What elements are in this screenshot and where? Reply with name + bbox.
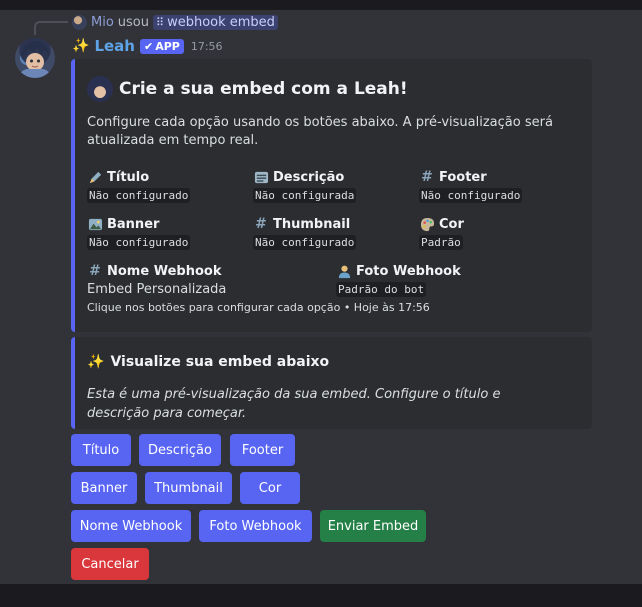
field-value: Não configurado — [419, 188, 523, 203]
nome-webhook-button[interactable]: Nome Webhook — [71, 510, 191, 542]
reply-username[interactable]: Mio — [91, 15, 114, 30]
cancelar-button[interactable]: Cancelar — [71, 548, 149, 580]
reply-context[interactable]: Mio usou ⠿ webhook embed — [72, 13, 278, 31]
field-name: Título — [107, 169, 150, 185]
field-descricao: Descrição Não configurada — [253, 169, 357, 203]
field-titulo: Título Não configurado — [87, 169, 191, 203]
titulo-button[interactable]: Título — [71, 434, 131, 466]
embed-footer: Clique nos botões para configurar cada o… — [87, 301, 430, 314]
author-name[interactable]: Leah — [94, 37, 135, 55]
field-name: Descrição — [273, 169, 345, 185]
field-value: Padrão do bot — [336, 282, 427, 297]
embed-config: Crie a sua embed com a Leah! Configure c… — [71, 59, 592, 332]
enviar-embed-button[interactable]: Enviar Embed — [320, 510, 426, 542]
field-value: Embed Personalizada — [87, 282, 227, 297]
field-name: Footer — [439, 169, 487, 185]
embed-title-text: Crie a sua embed com a Leah! — [119, 79, 408, 99]
field-value: Não configurado — [253, 235, 357, 250]
leah-emoji-icon — [87, 76, 113, 102]
preview-description: Esta é uma pré-visualização da sua embed… — [87, 387, 501, 421]
pencil-icon — [87, 169, 103, 185]
thumbnail-button[interactable]: Thumbnail — [145, 472, 232, 504]
field-value: Não configurada — [253, 188, 357, 203]
field-cor: Cor Padrão — [419, 216, 464, 250]
app-badge: ✔ APP — [139, 38, 184, 54]
embed-preview: ✨ Visualize sua embed abaixo Esta é uma … — [71, 337, 592, 429]
preview-title: ✨ Visualize sua embed abaixo — [87, 354, 329, 370]
embed-title: Crie a sua embed com a Leah! — [87, 76, 408, 102]
field-name: Thumbnail — [273, 216, 351, 232]
field-name: Foto Webhook — [356, 263, 461, 279]
sparkles-icon: ✨ — [87, 354, 105, 370]
cor-button[interactable]: Cor — [240, 472, 300, 504]
field-name: Nome Webhook — [107, 263, 222, 279]
field-value: Padrão — [419, 235, 463, 250]
palette-icon — [419, 216, 435, 232]
field-banner: Banner Não configurado — [87, 216, 191, 250]
field-value: Não configurado — [87, 188, 191, 203]
hash-icon: # — [255, 216, 267, 232]
image-icon — [87, 216, 103, 232]
hash-icon: # — [89, 263, 101, 279]
banner-button[interactable]: Banner — [71, 472, 137, 504]
check-icon: ✔ — [143, 39, 154, 53]
notepad-icon — [253, 169, 269, 185]
field-name: Cor — [439, 216, 464, 232]
field-name: Banner — [107, 216, 160, 232]
command-name: webhook embed — [167, 14, 275, 30]
preview-title-text: Visualize sua embed abaixo — [110, 354, 330, 370]
field-thumbnail: # Thumbnail Não configurado — [253, 216, 357, 250]
field-value: Não configurado — [87, 235, 191, 250]
reply-verb: usou — [117, 14, 150, 30]
reply-connector — [34, 21, 68, 35]
hash-icon: # — [421, 169, 433, 185]
field-foto-webhook: Foto Webhook Padrão do bot — [336, 263, 461, 297]
app-badge-label: APP — [155, 39, 180, 53]
reply-avatar[interactable] — [72, 14, 87, 30]
command-icon: ⠿ — [156, 15, 165, 29]
top-strip — [0, 0, 642, 10]
slash-command-chip[interactable]: ⠿ webhook embed — [153, 14, 278, 30]
footer-button[interactable]: Footer — [230, 434, 295, 466]
field-nome-webhook: # Nome Webhook Embed Personalizada — [87, 263, 226, 297]
timestamp[interactable]: 17:56 — [191, 40, 223, 53]
person-icon — [336, 263, 352, 279]
descricao-button[interactable]: Descrição — [139, 434, 221, 466]
chat-message: Mio usou ⠿ webhook embed ✨ Leah ✔ APP 17… — [0, 10, 642, 584]
field-footer: # Footer Não configurado — [419, 169, 523, 203]
foto-webhook-button[interactable]: Foto Webhook — [199, 510, 312, 542]
avatar[interactable] — [15, 38, 55, 78]
bottom-strip — [0, 584, 642, 607]
embed-description: Configure cada opção usando os botões ab… — [87, 115, 553, 148]
message-header: ✨ Leah ✔ APP 17:56 — [72, 36, 223, 56]
sparkles-icon: ✨ — [72, 38, 90, 54]
